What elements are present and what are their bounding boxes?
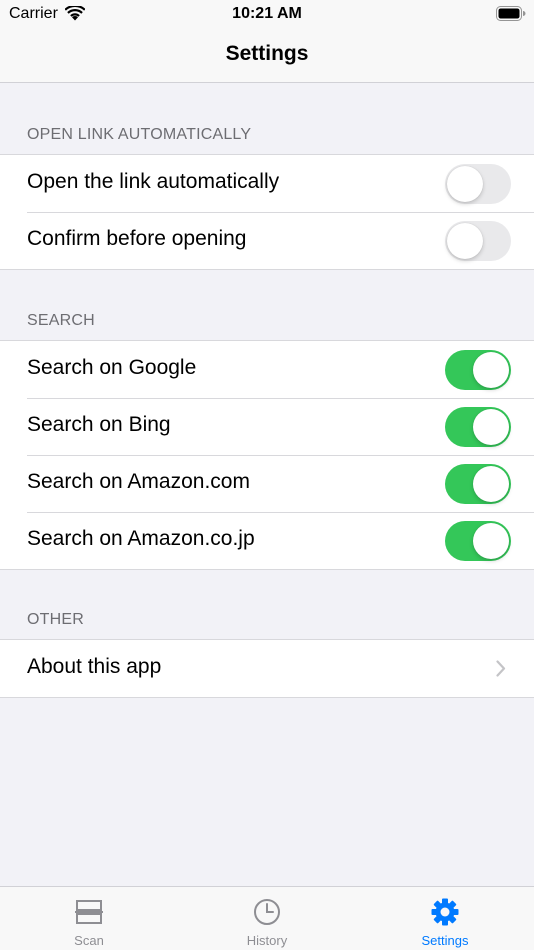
- row-label: Search on Google: [27, 356, 197, 379]
- search-bing-toggle[interactable]: [445, 407, 511, 447]
- section-header-open-link: OPEN LINK AUTOMATICALLY: [27, 126, 252, 143]
- confirm-before-opening-toggle[interactable]: [445, 221, 511, 261]
- page-title: Settings: [225, 42, 309, 65]
- row-label: Confirm before opening: [27, 227, 247, 250]
- battery-icon: [496, 6, 526, 21]
- toggle-knob: [473, 409, 509, 445]
- section-header-search: SEARCH: [27, 312, 95, 329]
- tab-label: Settings: [421, 933, 469, 948]
- settings-row-search-bing: Search on Bing: [0, 398, 534, 455]
- tab-label: Scan: [74, 933, 104, 948]
- row-label: Search on Amazon.co.jp: [27, 527, 255, 550]
- toggle-knob: [473, 466, 509, 502]
- settings-group-other: About this app: [0, 639, 534, 698]
- settings-row-about-this-app[interactable]: About this app: [0, 640, 534, 697]
- search-amazon-co-jp-toggle[interactable]: [445, 521, 511, 561]
- row-label: Open the link automatically: [27, 170, 280, 193]
- settings-row-search-amazon-com: Search on Amazon.com: [0, 455, 534, 512]
- settings-group-open-link: Open the link automatically Confirm befo…: [0, 154, 534, 270]
- gear-icon: [431, 898, 459, 926]
- toggle-knob: [447, 223, 483, 259]
- toggle-knob: [473, 523, 509, 559]
- search-amazon-com-toggle[interactable]: [445, 464, 511, 504]
- scan-icon: [75, 900, 103, 924]
- toggle-knob: [447, 166, 483, 202]
- tab-history[interactable]: History: [178, 887, 356, 950]
- settings-row-open-link-automatically: Open the link automatically: [0, 155, 534, 212]
- section-header-other: OTHER: [27, 611, 84, 628]
- settings-row-search-google: Search on Google: [0, 341, 534, 398]
- clock-icon: [254, 899, 280, 925]
- tab-label: History: [246, 933, 288, 948]
- toggle-knob: [473, 352, 509, 388]
- row-label: Search on Bing: [27, 413, 171, 436]
- tab-scan[interactable]: Scan: [0, 887, 178, 950]
- row-label: Search on Amazon.com: [27, 470, 250, 493]
- search-google-toggle[interactable]: [445, 350, 511, 390]
- navigation-bar: Settings: [0, 30, 534, 83]
- chevron-right-icon: [496, 660, 506, 677]
- row-label: About this app: [27, 655, 162, 678]
- status-bar: Carrier 10:21 AM: [0, 0, 534, 30]
- open-link-automatically-toggle[interactable]: [445, 164, 511, 204]
- settings-row-confirm-before-opening: Confirm before opening: [0, 212, 534, 269]
- tab-settings[interactable]: Settings: [356, 887, 534, 950]
- settings-row-search-amazon-co-jp: Search on Amazon.co.jp: [0, 512, 534, 569]
- status-time: 10:21 AM: [232, 5, 302, 22]
- tab-bar: Scan History Settings: [0, 886, 534, 950]
- settings-group-search: Search on Google Search on Bing Search o…: [0, 340, 534, 570]
